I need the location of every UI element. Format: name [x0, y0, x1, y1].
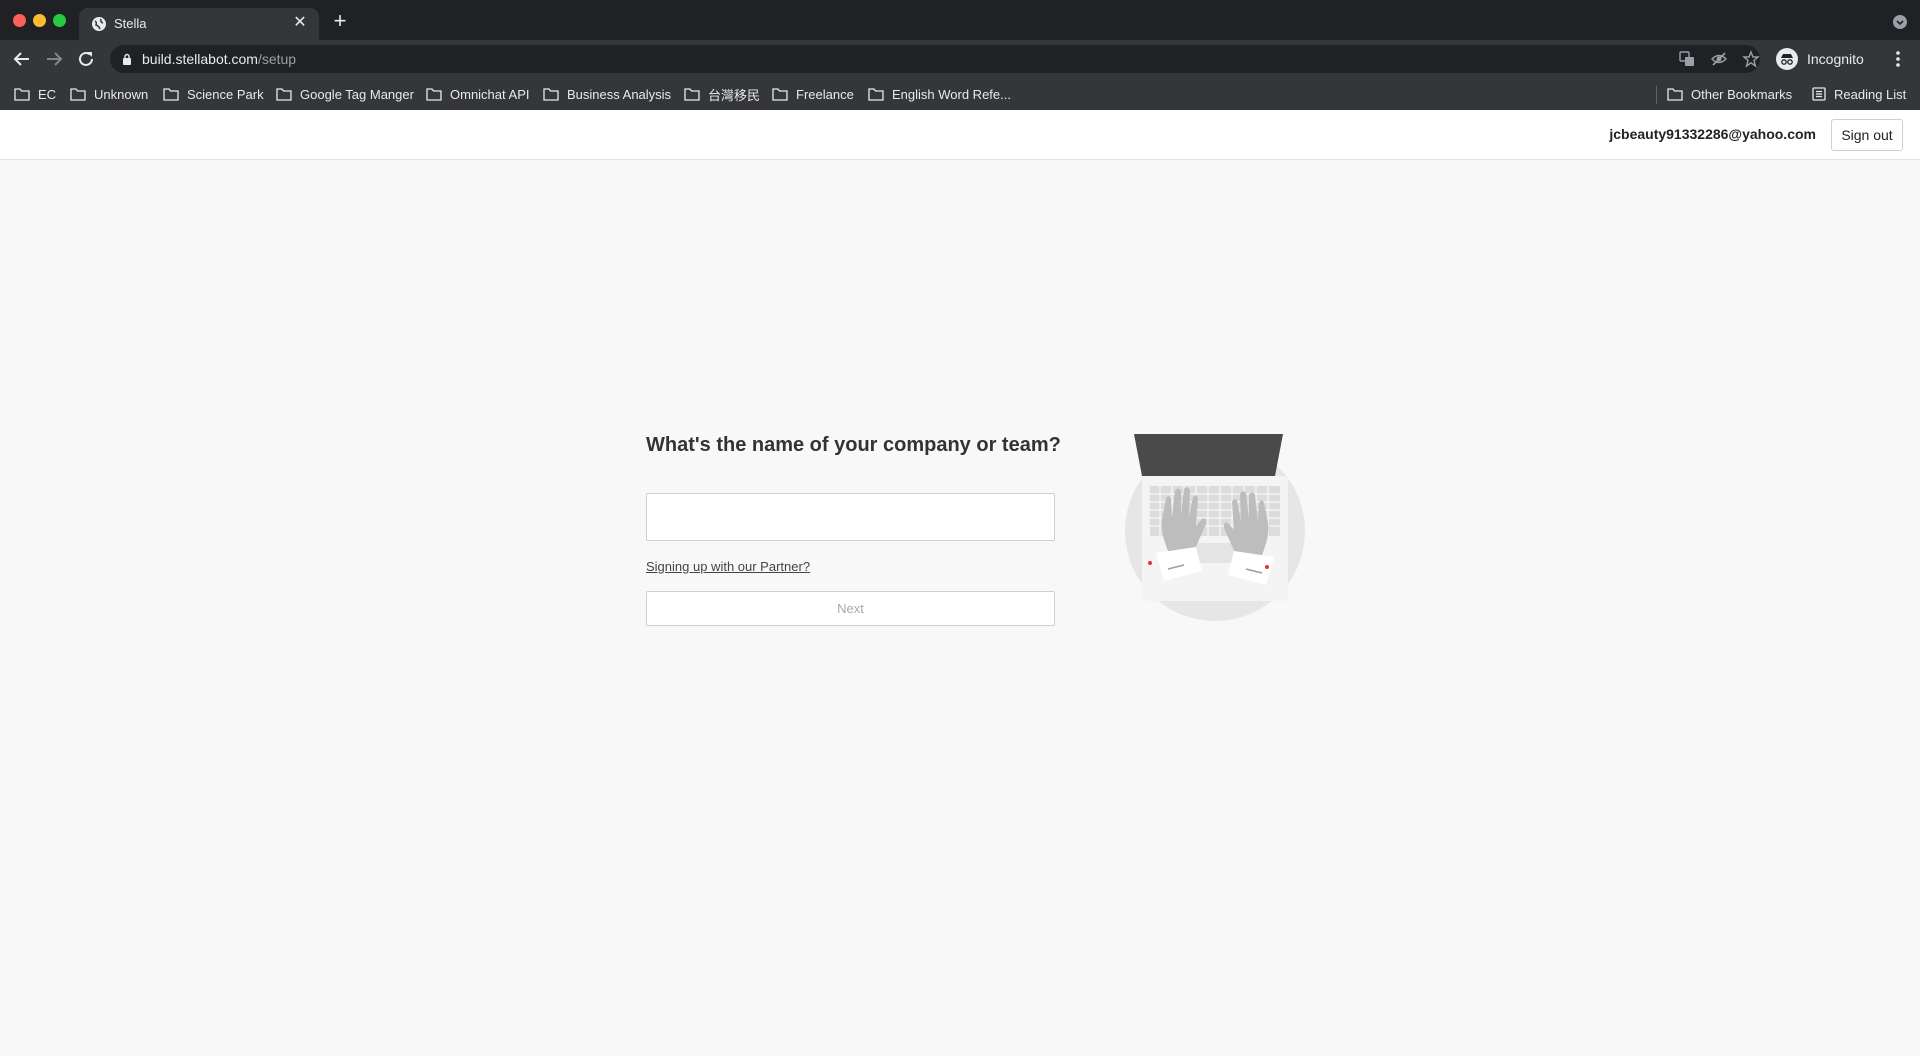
bookmark-label: Business Analysis	[567, 86, 672, 102]
bookmark-folder[interactable]: Freelance	[772, 85, 854, 103]
folder-icon	[163, 87, 179, 101]
bookmarks-bar: EC Unknown Science Park Google Tag Mange…	[0, 78, 1920, 110]
close-tab-icon[interactable]: ✕	[291, 14, 309, 32]
new-tab-icon[interactable]: +	[330, 10, 350, 32]
back-arrow-icon[interactable]	[10, 47, 34, 71]
bookmark-folder[interactable]: 台灣移民	[684, 85, 760, 103]
address-bar[interactable]: build.stellabot.com/setup	[110, 45, 1760, 73]
reload-icon[interactable]	[74, 47, 98, 71]
incognito-label: Incognito	[1807, 51, 1864, 67]
folder-icon	[276, 87, 292, 101]
browser-chrome: Stella ✕ + build.stellabot.com/setup Inc…	[0, 0, 1920, 110]
bookmarks-divider	[1656, 86, 1657, 104]
setup-page: What's the name of your company or team?…	[0, 161, 1920, 1056]
folder-icon	[543, 87, 559, 101]
bookmark-label: Science Park	[187, 86, 264, 102]
browser-toolbar: build.stellabot.com/setup Incognito	[0, 40, 1920, 78]
other-bookmarks-label: Other Bookmarks	[1691, 86, 1793, 102]
partner-signup-link[interactable]: Signing up with our Partner?	[646, 559, 810, 574]
url-host: build.stellabot.com	[142, 51, 258, 67]
bookmark-label: Google Tag Manger	[300, 86, 414, 102]
bookmark-folder[interactable]: Science Park	[163, 85, 264, 103]
bookmark-label: Unknown	[94, 86, 149, 102]
folder-icon	[772, 87, 788, 101]
bookmark-folder[interactable]: Business Analysis	[543, 85, 671, 103]
next-button[interactable]: Next	[646, 591, 1055, 626]
url-text[interactable]: build.stellabot.com/setup	[142, 51, 296, 67]
tab-strip: Stella ✕ +	[0, 0, 1920, 40]
other-bookmarks[interactable]: Other Bookmarks	[1667, 85, 1792, 103]
folder-icon	[14, 87, 30, 101]
reading-list-label: Reading List	[1834, 86, 1907, 102]
user-email: jcbeauty91332286@yahoo.com	[1609, 126, 1816, 142]
reading-list[interactable]: Reading List	[1812, 85, 1906, 103]
maximize-window-button[interactable]	[53, 14, 66, 27]
setup-question: What's the name of your company or team?	[646, 434, 1061, 456]
folder-icon	[1667, 87, 1683, 101]
app-header: jcbeauty91332286@yahoo.com Sign out	[0, 110, 1920, 160]
incognito-icon	[1776, 48, 1798, 70]
globe-icon	[92, 17, 106, 31]
forward-arrow-icon[interactable]	[42, 47, 66, 71]
bookmark-folder[interactable]: Unknown	[70, 85, 148, 103]
lock-icon[interactable]	[122, 53, 132, 65]
tab-title: Stella	[114, 16, 147, 31]
eye-off-icon[interactable]	[1710, 50, 1728, 68]
tab-search-icon[interactable]	[1892, 14, 1908, 30]
minimize-window-button[interactable]	[33, 14, 46, 27]
url-path: /setup	[257, 51, 297, 67]
folder-icon	[868, 87, 884, 101]
incognito-indicator[interactable]: Incognito	[1776, 45, 1864, 73]
folder-icon	[684, 87, 700, 101]
reading-list-icon	[1812, 87, 1826, 101]
bookmark-folder[interactable]: EC	[14, 85, 56, 103]
bookmark-star-icon[interactable]	[1742, 50, 1760, 68]
bookmark-label: EC	[38, 86, 57, 102]
bookmark-folder[interactable]: Omnichat API	[426, 85, 529, 103]
bookmark-label: Freelance	[796, 86, 854, 102]
sign-out-button[interactable]: Sign out	[1831, 119, 1903, 151]
browser-tab-active[interactable]: Stella ✕	[79, 8, 319, 40]
bookmark-label: Omnichat API	[450, 86, 530, 102]
laptop-typing-illustration	[1125, 434, 1305, 621]
bookmark-folder[interactable]: Google Tag Manger	[276, 85, 414, 103]
bookmark-label: 台灣移民	[708, 87, 761, 103]
close-window-button[interactable]	[13, 14, 26, 27]
folder-icon	[426, 87, 442, 101]
bookmark-label: English Word Refe...	[892, 86, 1011, 102]
company-name-input[interactable]	[646, 493, 1055, 541]
more-menu-icon[interactable]	[1888, 49, 1908, 69]
bookmark-folder[interactable]: English Word Refe...	[868, 85, 1011, 103]
translate-icon[interactable]	[1678, 50, 1696, 68]
folder-icon	[70, 87, 86, 101]
